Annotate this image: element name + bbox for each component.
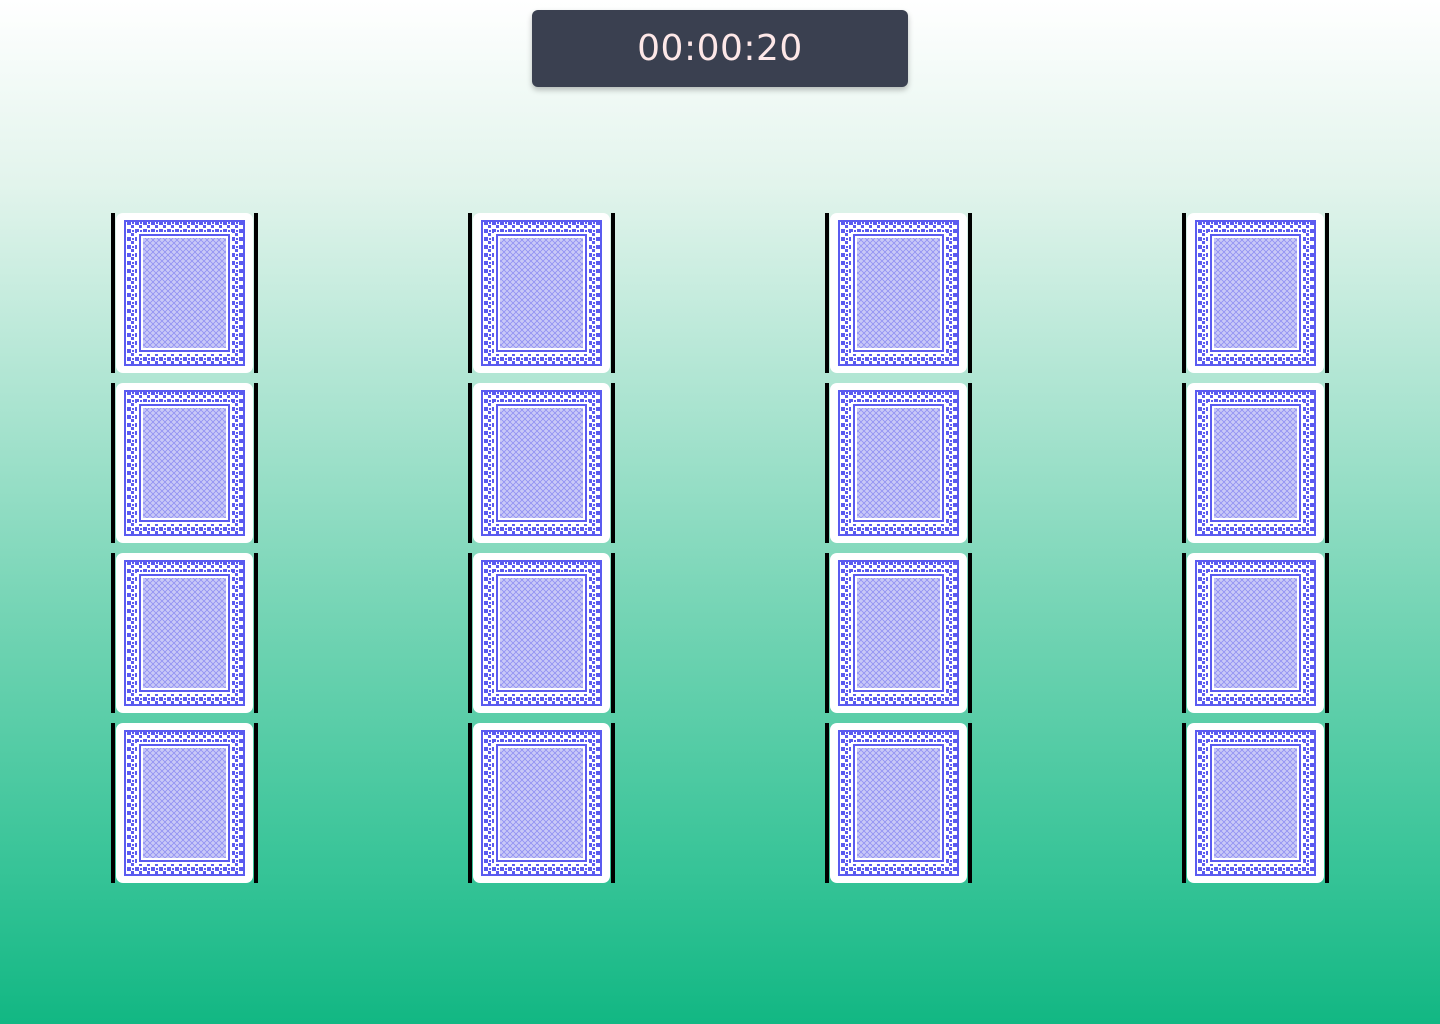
card-back-icon: [1182, 553, 1329, 713]
card-back-icon: [1182, 723, 1329, 883]
card-face-down[interactable]: [468, 723, 615, 883]
card-grid: [0, 0, 1440, 1024]
card-face-down[interactable]: [825, 553, 972, 713]
card-face-down[interactable]: [468, 553, 615, 713]
card-back-icon: [468, 213, 615, 373]
card-back-icon: [1182, 213, 1329, 373]
card-face-down[interactable]: [1182, 553, 1329, 713]
card-face-down[interactable]: [111, 553, 258, 713]
card-face-down[interactable]: [825, 383, 972, 543]
card-back-icon: [468, 723, 615, 883]
card-face-down[interactable]: [1182, 213, 1329, 373]
card-back-icon: [468, 553, 615, 713]
card-back-icon: [825, 213, 972, 373]
card-face-down[interactable]: [111, 723, 258, 883]
card-face-down[interactable]: [111, 383, 258, 543]
card-face-down[interactable]: [825, 723, 972, 883]
card-back-icon: [111, 723, 258, 883]
card-face-down[interactable]: [111, 213, 258, 373]
card-back-icon: [111, 383, 258, 543]
card-face-down[interactable]: [1182, 723, 1329, 883]
card-face-down[interactable]: [468, 213, 615, 373]
card-back-icon: [468, 383, 615, 543]
card-face-down[interactable]: [825, 213, 972, 373]
card-back-icon: [111, 213, 258, 373]
card-face-down[interactable]: [1182, 383, 1329, 543]
card-back-icon: [825, 383, 972, 543]
card-back-icon: [111, 553, 258, 713]
card-face-down[interactable]: [468, 383, 615, 543]
card-back-icon: [825, 553, 972, 713]
card-back-icon: [825, 723, 972, 883]
card-back-icon: [1182, 383, 1329, 543]
